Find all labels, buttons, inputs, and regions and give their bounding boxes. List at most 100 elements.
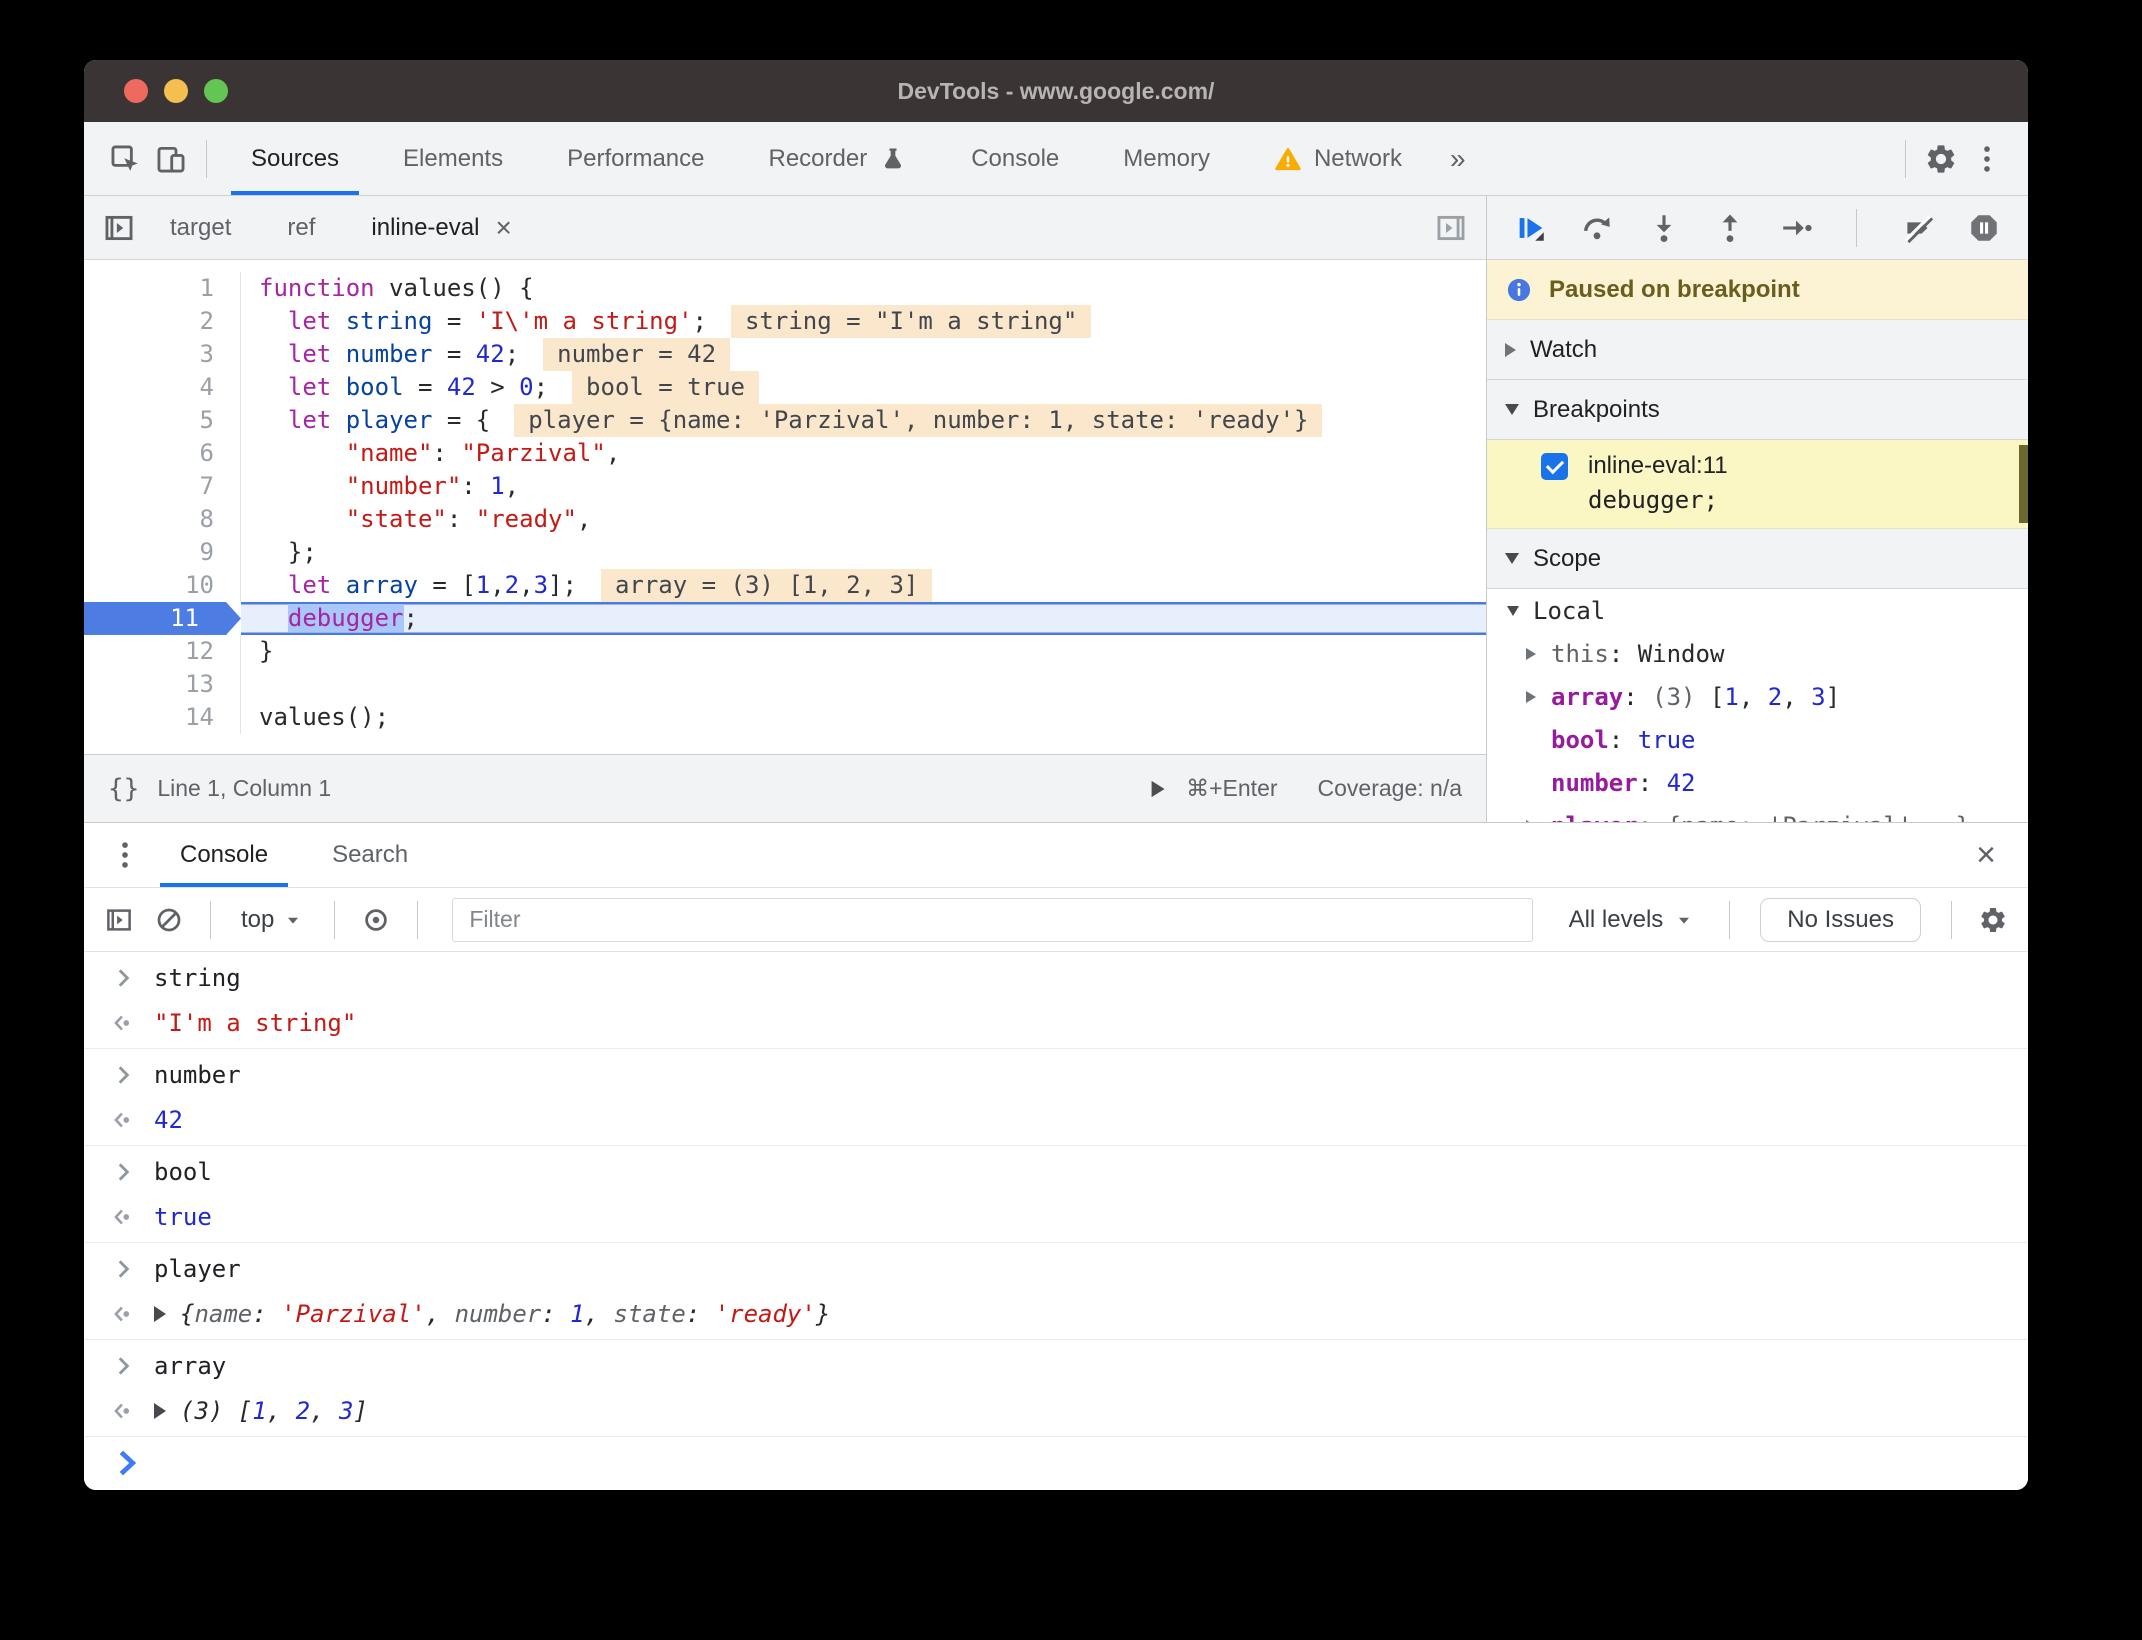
- drawer-menu-icon[interactable]: [102, 832, 148, 878]
- issues-badge[interactable]: No Issues: [1760, 897, 1921, 942]
- deactivate-breakpoints-icon[interactable]: [1899, 208, 1935, 248]
- code-text[interactable]: values();: [241, 701, 1486, 734]
- more-tabs-icon[interactable]: »: [1434, 143, 1482, 175]
- run-snippet-icon[interactable]: [1144, 776, 1170, 802]
- tab-memory[interactable]: Memory: [1091, 122, 1242, 195]
- log-levels-selector[interactable]: All levels: [1555, 906, 1710, 934]
- code-text[interactable]: debugger;: [241, 602, 1486, 635]
- preview-panel-icon[interactable]: [1428, 205, 1474, 251]
- editor-line[interactable]: 3 let number = 42; number = 42: [84, 338, 1486, 371]
- breakpoint-checkbox[interactable]: [1541, 452, 1568, 480]
- editor-line[interactable]: 7 "number": 1,: [84, 470, 1486, 503]
- line-number[interactable]: 13: [84, 668, 241, 701]
- show-navigator-icon[interactable]: [96, 205, 142, 251]
- pretty-print-icon[interactable]: {}: [108, 774, 139, 804]
- live-expression-icon[interactable]: [355, 899, 397, 941]
- chevron-down-icon[interactable]: [1507, 605, 1519, 616]
- code-text[interactable]: let string = 'I\'m a string'; string = "I…: [241, 305, 1486, 338]
- console-result-row[interactable]: (3) [1, 2, 3]: [84, 1388, 2028, 1433]
- editor-line[interactable]: 12}: [84, 635, 1486, 668]
- editor-line[interactable]: 11 debugger;: [84, 602, 1486, 635]
- console-result-row[interactable]: true: [84, 1194, 2028, 1239]
- line-number[interactable]: 10: [84, 569, 241, 602]
- line-number[interactable]: 14: [84, 701, 241, 734]
- line-number[interactable]: 4: [84, 371, 241, 404]
- console-result-row[interactable]: {name: 'Parzival', number: 1, state: 're…: [84, 1291, 2028, 1336]
- line-number[interactable]: 7: [84, 470, 241, 503]
- file-tab-inline-eval[interactable]: inline-eval ×: [343, 196, 539, 259]
- line-number[interactable]: 1: [84, 272, 241, 305]
- breakpoints-section-header[interactable]: Breakpoints: [1487, 380, 2028, 440]
- console-filter-input[interactable]: [452, 897, 1533, 942]
- editor-line[interactable]: 10 let array = [1,2,3]; array = (3) [1, 2…: [84, 569, 1486, 602]
- drawer-tab-console[interactable]: Console: [148, 823, 300, 887]
- close-window-button[interactable]: [124, 79, 148, 103]
- code-text[interactable]: function values() {: [241, 272, 1486, 305]
- code-text[interactable]: let bool = 42 > 0; bool = true: [241, 371, 1486, 404]
- settings-gear-icon[interactable]: [1918, 136, 1964, 182]
- console-result-row[interactable]: 42: [84, 1097, 2028, 1142]
- pause-on-exceptions-icon[interactable]: [1966, 208, 2002, 248]
- console-input-row[interactable]: bool: [84, 1149, 2028, 1194]
- chevron-right-icon[interactable]: [1526, 690, 1536, 703]
- watch-section-header[interactable]: Watch: [1487, 320, 2028, 380]
- step-out-icon[interactable]: [1712, 208, 1748, 248]
- breakpoint-entry[interactable]: inline-eval:11 debugger;: [1487, 440, 2028, 529]
- code-text[interactable]: let player = {player = {name: 'Parzival'…: [241, 404, 1486, 437]
- editor-line[interactable]: 9 };: [84, 536, 1486, 569]
- editor-line[interactable]: 6 "name": "Parzival",: [84, 437, 1486, 470]
- line-number[interactable]: 6: [84, 437, 241, 470]
- editor-line[interactable]: 4 let bool = 42 > 0; bool = true: [84, 371, 1486, 404]
- editor-line[interactable]: 8 "state": "ready",: [84, 503, 1486, 536]
- code-text[interactable]: }: [241, 635, 1486, 668]
- code-text[interactable]: let array = [1,2,3]; array = (3) [1, 2, 3…: [241, 569, 1486, 602]
- zoom-window-button[interactable]: [204, 79, 228, 103]
- line-number[interactable]: 2: [84, 305, 241, 338]
- line-number[interactable]: 3: [84, 338, 241, 371]
- line-number[interactable]: 8: [84, 503, 241, 536]
- editor-line[interactable]: 13: [84, 668, 1486, 701]
- resume-script-icon[interactable]: [1513, 208, 1549, 248]
- console-input-row[interactable]: array: [84, 1343, 2028, 1388]
- file-tab-target[interactable]: target: [142, 196, 259, 259]
- context-selector[interactable]: top: [231, 906, 314, 934]
- console-sidebar-icon[interactable]: [98, 899, 140, 941]
- expand-preview-icon[interactable]: [154, 1402, 166, 1419]
- scrollbar-thumb[interactable]: [2019, 445, 2028, 523]
- editor-line[interactable]: 2 let string = 'I\'m a string'; string = …: [84, 305, 1486, 338]
- scope-row[interactable]: Local: [1487, 589, 2028, 632]
- console-input-row[interactable]: player: [84, 1246, 2028, 1291]
- tab-sources[interactable]: Sources: [219, 122, 371, 195]
- code-text[interactable]: "name": "Parzival",: [241, 437, 1486, 470]
- scope-row[interactable]: this: Window: [1487, 632, 2028, 675]
- scope-section-header[interactable]: Scope: [1487, 529, 2028, 589]
- step-into-icon[interactable]: [1646, 208, 1682, 248]
- code-text[interactable]: let number = 42; number = 42: [241, 338, 1486, 371]
- console-input-row[interactable]: number: [84, 1052, 2028, 1097]
- code-editor[interactable]: 1 function values() {2 let string = 'I\'m…: [84, 260, 1486, 754]
- line-number[interactable]: 9: [84, 536, 241, 569]
- minimize-window-button[interactable]: [164, 79, 188, 103]
- scope-row[interactable]: array: (3) [1, 2, 3]: [1487, 675, 2028, 718]
- inspect-element-icon[interactable]: [102, 136, 148, 182]
- code-text[interactable]: "state": "ready",: [241, 503, 1486, 536]
- scope-row[interactable]: player: {name: 'Parzival', …}: [1487, 804, 2028, 822]
- step-icon[interactable]: [1778, 208, 1814, 248]
- line-number[interactable]: 5: [84, 404, 241, 437]
- execution-line-marker[interactable]: 11: [84, 602, 241, 635]
- console-result-row[interactable]: "I'm a string": [84, 1000, 2028, 1045]
- console-input-row[interactable]: string: [84, 955, 2028, 1000]
- scope-row[interactable]: bool: true: [1487, 718, 2028, 761]
- expand-preview-icon[interactable]: [154, 1305, 166, 1322]
- file-tab-ref[interactable]: ref: [259, 196, 343, 259]
- code-text[interactable]: };: [241, 536, 1486, 569]
- tab-elements[interactable]: Elements: [371, 122, 535, 195]
- tab-console[interactable]: Console: [939, 122, 1091, 195]
- tab-network[interactable]: Network: [1242, 122, 1434, 195]
- editor-line[interactable]: 5 let player = {player = {name: 'Parziva…: [84, 404, 1486, 437]
- step-over-icon[interactable]: [1579, 208, 1615, 248]
- device-toolbar-icon[interactable]: [148, 136, 194, 182]
- tab-recorder[interactable]: Recorder: [736, 122, 939, 195]
- close-drawer-icon[interactable]: ×: [1962, 836, 2010, 875]
- customize-menu-icon[interactable]: [1964, 136, 2010, 182]
